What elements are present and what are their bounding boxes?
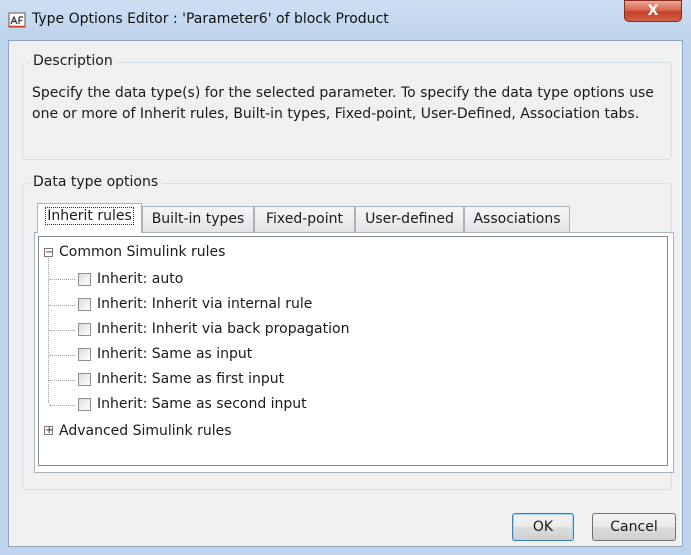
cancel-button[interactable]: Cancel (592, 513, 676, 541)
tab-fixed-point-label: Fixed-point (265, 211, 344, 227)
collapse-icon[interactable]: − (44, 248, 53, 258)
tab-inherit-rules[interactable]: Inherit rules (37, 203, 142, 233)
tab-built-in-types[interactable]: Built-in types (142, 206, 254, 232)
inherit-back-propagation-label[interactable]: Inherit: Inherit via back propagation (97, 318, 349, 340)
tree-connector (49, 279, 75, 280)
tab-fixed-point[interactable]: Fixed-point (254, 206, 355, 232)
title-bar[interactable]: Type Options Editor : 'Parameter6' of bl… (0, 0, 691, 40)
tree-connector (49, 380, 75, 381)
tab-built-in-types-label: Built-in types (151, 211, 245, 227)
expand-icon[interactable]: + (44, 426, 53, 436)
inherit-same-as-second-input-label[interactable]: Inherit: Same as second input (97, 393, 307, 415)
inherit-auto-checkbox[interactable] (78, 273, 91, 286)
tree-connector (49, 355, 75, 356)
tree-connector (49, 405, 75, 406)
inherit-auto-label[interactable]: Inherit: auto (97, 268, 183, 290)
inherit-rules-tree[interactable]: − Common Simulink rules Inherit: auto In… (38, 236, 668, 466)
tree-node-common-rules[interactable]: Common Simulink rules (59, 241, 225, 263)
inherit-same-as-first-input-checkbox[interactable] (78, 373, 91, 386)
description-group-label: Description (30, 53, 116, 69)
tab-associations-label: Associations (473, 211, 561, 227)
dialog-window: Type Options Editor : 'Parameter6' of bl… (0, 0, 691, 555)
data-type-options-label: Data type options (30, 174, 162, 190)
tab-user-defined-label: User-defined (365, 211, 454, 227)
inherit-back-propagation-checkbox[interactable] (78, 323, 91, 336)
close-button[interactable]: X (624, 0, 682, 22)
inherit-internal-rule-label[interactable]: Inherit: Inherit via internal rule (97, 293, 312, 315)
tab-associations[interactable]: Associations (464, 206, 570, 232)
inherit-same-as-second-input-checkbox[interactable] (78, 398, 91, 411)
tab-user-defined[interactable]: User-defined (355, 206, 464, 232)
tree-connector (49, 330, 75, 331)
tree-node-advanced-rules[interactable]: Advanced Simulink rules (59, 420, 232, 442)
tree-connector (49, 305, 75, 306)
inherit-same-as-first-input-label[interactable]: Inherit: Same as first input (97, 368, 284, 390)
inherit-internal-rule-checkbox[interactable] (78, 298, 91, 311)
inherit-same-as-input-checkbox[interactable] (78, 348, 91, 361)
inherit-same-as-input-label[interactable]: Inherit: Same as input (97, 343, 252, 365)
window-title: Type Options Editor : 'Parameter6' of bl… (32, 11, 389, 27)
description-text: Specify the data type(s) for the selecte… (32, 85, 654, 122)
ok-button[interactable]: OK (512, 513, 574, 541)
tab-inherit-rules-label: Inherit rules (45, 207, 134, 225)
type-editor-icon (8, 12, 26, 28)
